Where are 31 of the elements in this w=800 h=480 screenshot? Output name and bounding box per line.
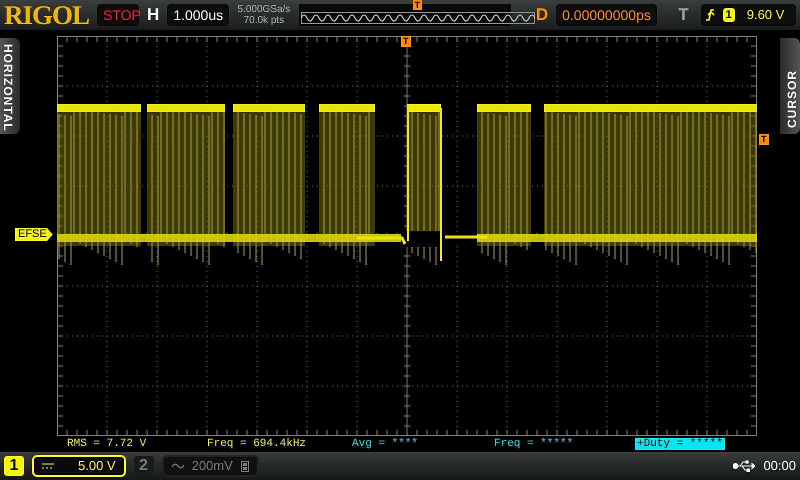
sample-rate: 5.000GSa/s xyxy=(237,4,291,15)
run-stop-status[interactable]: STOP xyxy=(97,4,140,26)
clock-time: 00:00 xyxy=(763,457,796,476)
channel-label[interactable]: EFSE xyxy=(15,228,53,241)
measurement-readout: RMS = 7.72 V xyxy=(66,438,148,450)
channel-number[interactable]: 2 xyxy=(134,456,154,476)
horizontal-label: H xyxy=(147,4,160,26)
channel-scale-setting[interactable]: 5.00 V xyxy=(32,455,126,477)
trigger-marker: T xyxy=(412,0,422,10)
brand-logo: RIGOL xyxy=(4,0,90,30)
trigger-level-marker: T xyxy=(759,134,768,145)
cursor-menu-tab[interactable]: CURSOR xyxy=(780,38,800,134)
trigger-level: 9.60 V xyxy=(746,6,784,24)
measurement-readout: Freq = ***** xyxy=(493,438,574,450)
channel-number[interactable]: 1 xyxy=(4,456,24,476)
trigger-settings[interactable]: 1 9.60 V xyxy=(700,4,796,26)
rising-edge-icon xyxy=(704,8,715,22)
channel-scale-setting[interactable]: 200mV xyxy=(162,455,259,477)
measurement-readout: +Duty = ***** xyxy=(635,438,725,450)
memory-depth: 70.0k pts xyxy=(242,15,286,26)
trigger-position-marker: T xyxy=(401,36,410,47)
trigger-source: 1 xyxy=(722,8,735,22)
timebase-value[interactable]: 1.000us xyxy=(167,4,230,26)
horizontal-menu-tab[interactable]: HORIZONTAL xyxy=(0,38,20,134)
trigger-label: T xyxy=(678,4,689,26)
measurement-readout: Freq = 694.4kHz xyxy=(206,438,308,450)
usb-icon xyxy=(733,460,756,472)
measurement-readout: Avg = **** xyxy=(351,438,420,450)
delay-label: D xyxy=(536,4,548,26)
bandwidth-limit-icon xyxy=(240,460,249,472)
delay-value[interactable]: 0.00000000ps xyxy=(556,4,657,26)
